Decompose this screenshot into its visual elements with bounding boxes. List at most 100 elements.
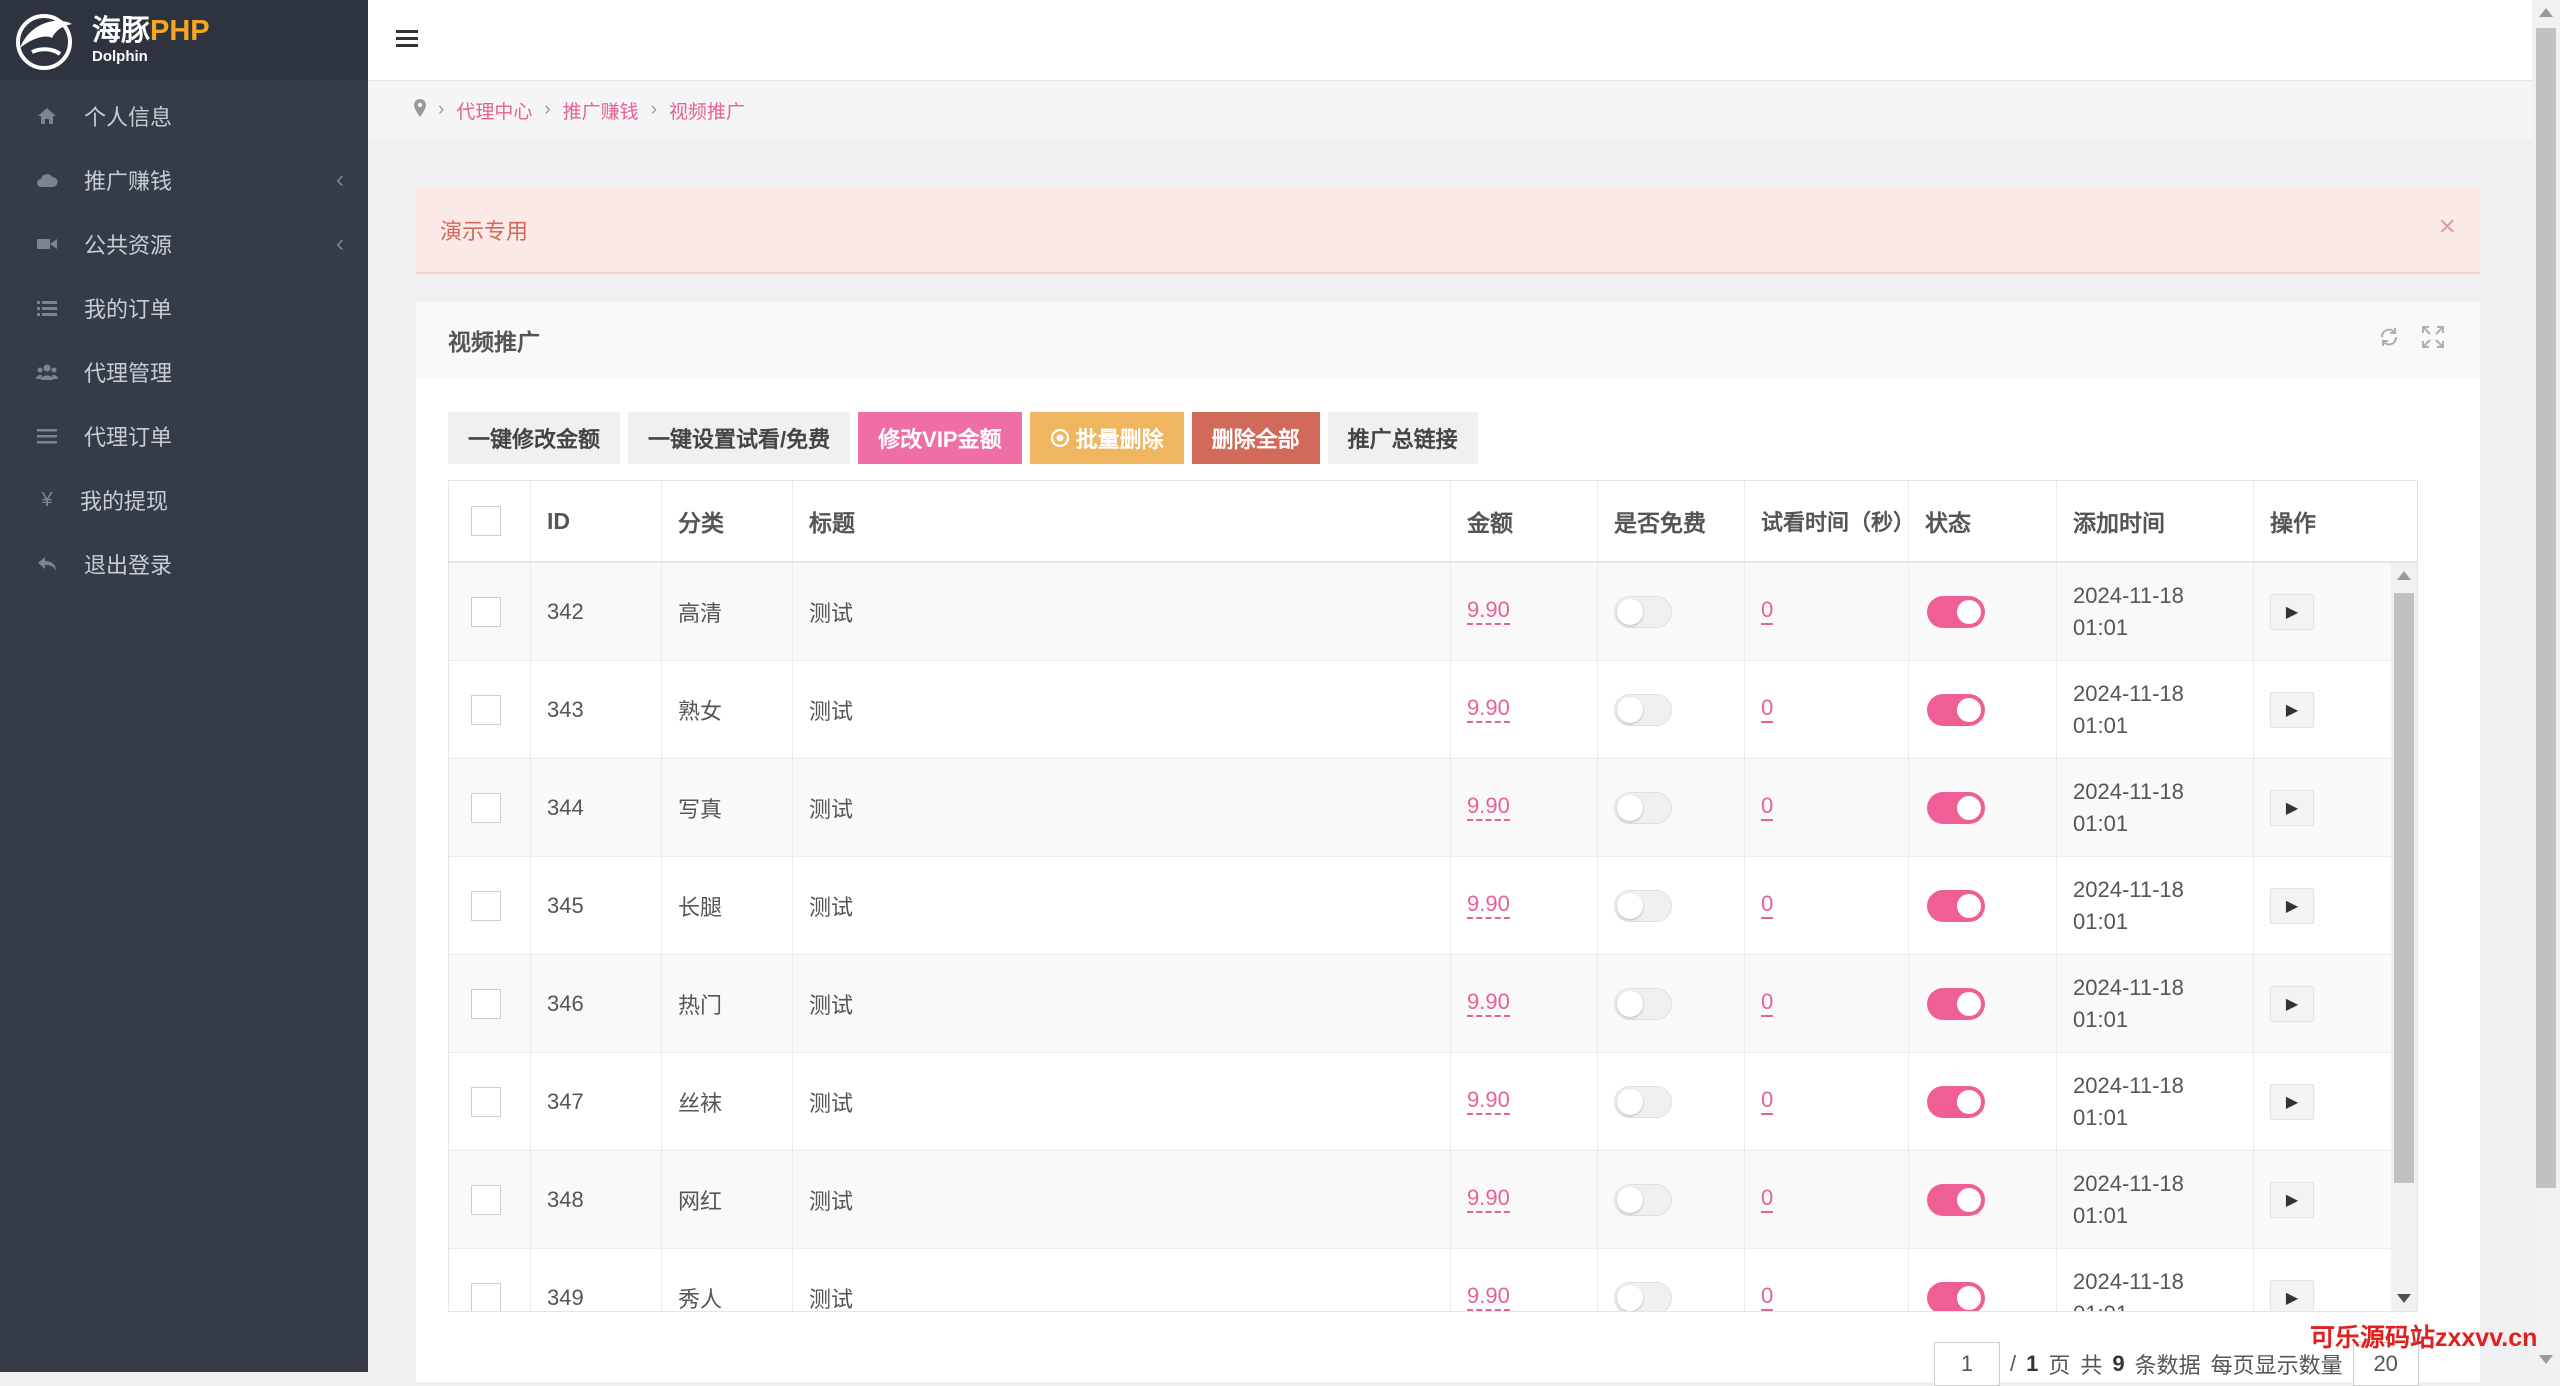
status-toggle[interactable] <box>1927 693 1985 726</box>
sidebar-item-withdrawal[interactable]: ¥ 我的提现 <box>0 468 368 532</box>
trial-time-editable[interactable]: 0 <box>1761 696 1774 723</box>
cell-added-time: 2024-11-18 01:01 <box>2057 857 2254 954</box>
amount-editable[interactable]: 9.90 <box>1467 1186 1510 1213</box>
free-toggle[interactable] <box>1614 693 1672 726</box>
amount-editable[interactable]: 9.90 <box>1467 1088 1510 1115</box>
cell-added-time: 2024-11-18 01:01 <box>2057 955 2254 1052</box>
set-trial-free-button[interactable]: 一键设置试看/免费 <box>628 412 851 464</box>
status-toggle[interactable] <box>1927 595 1985 628</box>
row-checkbox[interactable] <box>471 988 501 1019</box>
edit-vip-amount-button[interactable]: 修改VIP金额 <box>858 412 1022 464</box>
status-toggle[interactable] <box>1927 791 1985 824</box>
row-checkbox[interactable] <box>471 792 501 823</box>
play-icon[interactable]: ▶ <box>2270 985 2314 1022</box>
cell-category: 丝袜 <box>662 1053 793 1150</box>
play-icon[interactable]: ▶ <box>2270 887 2314 924</box>
free-toggle[interactable] <box>1614 1183 1672 1216</box>
play-icon[interactable]: ▶ <box>2270 593 2314 630</box>
amount-editable[interactable]: 9.90 <box>1467 696 1510 723</box>
page-number-input[interactable] <box>1934 1342 2000 1386</box>
header-amount[interactable]: 金额 <box>1451 481 1598 561</box>
row-checkbox[interactable] <box>471 694 501 725</box>
scroll-up-arrow-icon[interactable] <box>2539 8 2553 17</box>
free-toggle[interactable] <box>1614 889 1672 922</box>
trial-time-editable[interactable]: 0 <box>1761 1186 1774 1213</box>
breadcrumb-video-promotion[interactable]: 视频推广 <box>669 97 745 124</box>
status-toggle[interactable] <box>1927 987 1985 1020</box>
edit-amount-button[interactable]: 一键修改金额 <box>448 412 621 464</box>
row-checkbox[interactable] <box>471 1282 501 1311</box>
sidebar-item-agent-management[interactable]: 代理管理 <box>0 340 368 404</box>
play-icon[interactable]: ▶ <box>2270 691 2314 728</box>
cell-status <box>1909 1151 2057 1248</box>
sidebar-item-agent-orders[interactable]: 代理订单 <box>0 404 368 468</box>
scrollbar-thumb[interactable] <box>2394 593 2414 1183</box>
fullscreen-icon[interactable] <box>2422 326 2444 355</box>
play-icon[interactable]: ▶ <box>2270 1083 2314 1120</box>
sidebar-item-promotion[interactable]: 推广赚钱 ‹ <box>0 148 368 212</box>
bars-icon <box>36 425 58 447</box>
row-checkbox[interactable] <box>471 890 501 921</box>
amount-editable[interactable]: 9.90 <box>1467 794 1510 821</box>
sidebar-nav: 个人信息 推广赚钱 ‹ 公共资源 ‹ 我的订单 代理管理 代理订单 ¥ 我的提现 <box>0 80 368 596</box>
trial-time-editable[interactable]: 0 <box>1761 794 1774 821</box>
status-toggle[interactable] <box>1927 889 1985 922</box>
header-status[interactable]: 状态 <box>1909 481 2057 561</box>
amount-editable[interactable]: 9.90 <box>1467 892 1510 919</box>
status-toggle[interactable] <box>1927 1085 1985 1118</box>
row-checkbox[interactable] <box>471 1184 501 1215</box>
breadcrumb-agent-center[interactable]: 代理中心 <box>456 97 532 124</box>
header-is-free[interactable]: 是否免费 <box>1598 481 1745 561</box>
cell-title: 测试 <box>793 661 1451 758</box>
table-scrollbar[interactable] <box>2391 563 2417 1311</box>
select-all-checkbox[interactable] <box>471 506 501 536</box>
trial-time-editable[interactable]: 0 <box>1761 1088 1774 1115</box>
free-toggle[interactable] <box>1614 595 1672 628</box>
sidebar-item-profile[interactable]: 个人信息 <box>0 84 368 148</box>
header-trial-time[interactable]: 试看时间（秒） <box>1745 481 1915 561</box>
play-icon[interactable]: ▶ <box>2270 1181 2314 1218</box>
cell-trial-time: 0 <box>1745 1151 1909 1248</box>
header-added-time[interactable]: 添加时间 <box>2057 481 2254 561</box>
batch-delete-button[interactable]: 批量删除 <box>1029 412 1184 464</box>
logo[interactable]: 海豚PHP Dolphin <box>0 0 368 80</box>
amount-editable[interactable]: 9.90 <box>1467 990 1510 1017</box>
page-scrollbar-thumb[interactable] <box>2536 28 2556 1188</box>
sidebar-item-logout[interactable]: 退出登录 <box>0 532 368 596</box>
total-promo-link-button[interactable]: 推广总链接 <box>1327 412 1478 464</box>
amount-editable[interactable]: 9.90 <box>1467 598 1510 625</box>
scroll-down-arrow-icon[interactable] <box>2539 1355 2553 1364</box>
trial-time-editable[interactable]: 0 <box>1761 990 1774 1017</box>
close-icon[interactable]: × <box>2438 210 2456 244</box>
status-toggle[interactable] <box>1927 1281 1985 1311</box>
row-checkbox[interactable] <box>471 596 501 627</box>
status-toggle[interactable] <box>1927 1183 1985 1216</box>
delete-all-button[interactable]: 删除全部 <box>1191 412 1320 464</box>
cell-category: 熟女 <box>662 661 793 758</box>
trial-time-editable[interactable]: 0 <box>1761 892 1774 919</box>
header-title[interactable]: 标题 <box>793 481 1451 561</box>
refresh-icon[interactable] <box>2378 326 2400 355</box>
header-actions: 操作 <box>2270 510 2316 536</box>
row-checkbox[interactable] <box>471 1086 501 1117</box>
play-icon[interactable]: ▶ <box>2270 1279 2314 1311</box>
hamburger-menu-icon[interactable] <box>396 26 418 52</box>
free-toggle[interactable] <box>1614 791 1672 824</box>
header-category[interactable]: 分类 <box>662 481 793 561</box>
sidebar-item-public-resources[interactable]: 公共资源 ‹ <box>0 212 368 276</box>
breadcrumb-separator-icon: › <box>438 99 445 120</box>
play-icon[interactable]: ▶ <box>2270 789 2314 826</box>
amount-editable[interactable]: 9.90 <box>1467 1284 1510 1311</box>
free-toggle[interactable] <box>1614 1281 1672 1311</box>
trial-time-editable[interactable]: 0 <box>1761 1284 1774 1311</box>
sidebar-item-my-orders[interactable]: 我的订单 <box>0 276 368 340</box>
page-scrollbar[interactable] <box>2532 0 2560 1372</box>
scroll-down-arrow-icon[interactable] <box>2397 1294 2411 1303</box>
trial-time-editable[interactable]: 0 <box>1761 598 1774 625</box>
scroll-up-arrow-icon[interactable] <box>2397 571 2411 580</box>
free-toggle[interactable] <box>1614 987 1672 1020</box>
breadcrumb-promotion[interactable]: 推广赚钱 <box>563 97 639 124</box>
free-toggle[interactable] <box>1614 1085 1672 1118</box>
pages-prefix: / <box>2010 1351 2017 1376</box>
header-id[interactable]: ID <box>531 481 662 561</box>
